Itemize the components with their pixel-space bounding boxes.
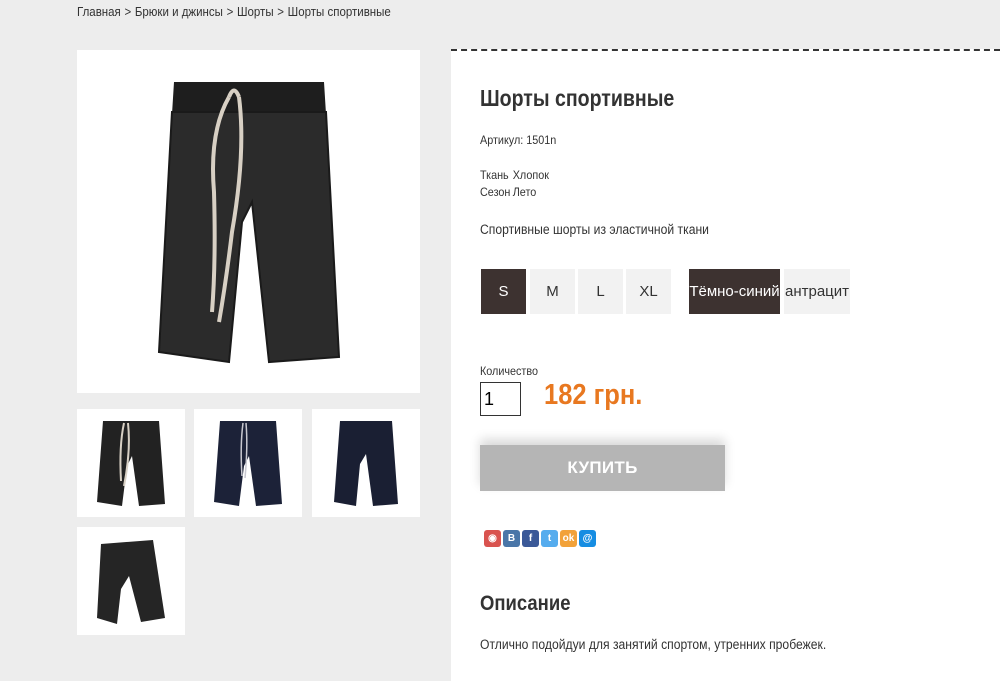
mail-icon[interactable]: @ xyxy=(579,530,596,547)
navy-shorts-front-thumb xyxy=(214,420,282,506)
breadcrumb-separator: > xyxy=(124,5,132,19)
product-properties: Ткань Хлопок Сезон Лето xyxy=(480,168,549,202)
property-value: Лето xyxy=(512,185,537,199)
gallery-thumbnail[interactable] xyxy=(312,409,420,517)
color-option-anthracite[interactable]: антрацит xyxy=(784,269,850,314)
property-key: Сезон xyxy=(480,185,511,199)
gallery-thumbnail[interactable] xyxy=(77,527,185,635)
black-shorts-side-thumb xyxy=(97,539,165,624)
product-price: 182 грн. xyxy=(544,379,643,411)
odnoklassniki-icon[interactable]: ok xyxy=(560,530,577,547)
gallery-thumbnail[interactable] xyxy=(194,409,302,517)
navy-shorts-back-thumb xyxy=(334,420,398,506)
share-icon-1[interactable]: ◉ xyxy=(484,530,501,547)
property-row: Сезон Лето xyxy=(480,185,549,202)
short-description: Спортивные шорты из эластичной ткани xyxy=(480,222,709,237)
property-key: Ткань xyxy=(480,168,509,182)
breadcrumb-separator: > xyxy=(277,5,284,19)
size-option-xl[interactable]: XL xyxy=(626,269,671,314)
product-title: Шорты спортивные xyxy=(480,85,675,111)
vk-icon[interactable]: В xyxy=(503,530,520,547)
breadcrumb-home[interactable]: Главная xyxy=(77,5,121,19)
property-value: Хлопок xyxy=(512,168,549,182)
buy-button[interactable]: КУПИТЬ xyxy=(480,445,725,491)
property-row: Ткань Хлопок xyxy=(480,168,549,185)
color-option-dark-blue[interactable]: Тёмно-синий xyxy=(689,269,780,314)
description-text: Отлично подойдуи для занятий спортом, ут… xyxy=(480,637,827,652)
twitter-icon[interactable]: t xyxy=(541,530,558,547)
description-heading: Описание xyxy=(480,592,571,615)
main-product-image[interactable] xyxy=(77,50,420,393)
breadcrumb-separator: > xyxy=(226,5,234,19)
quantity-input[interactable] xyxy=(480,382,521,416)
breadcrumb-shorts[interactable]: Шорты xyxy=(237,5,274,19)
quantity-label: Количество xyxy=(480,364,539,378)
breadcrumb-pants[interactable]: Брюки и джинсы xyxy=(135,5,223,19)
social-share: ◉ В f t ok @ xyxy=(484,530,596,547)
product-sku: Артикул: 1501n xyxy=(480,133,556,147)
breadcrumb-current: Шорты спортивные xyxy=(287,5,391,19)
black-shorts-front-photo xyxy=(157,81,340,363)
size-option-l[interactable]: L xyxy=(578,269,623,314)
size-option-m[interactable]: M xyxy=(530,269,575,314)
breadcrumb: Главная > Брюки и джинсы > Шорты > Шорты спорт… xyxy=(77,5,391,19)
size-option-s[interactable]: S xyxy=(481,269,526,314)
gallery-thumbnail[interactable] xyxy=(77,409,185,517)
sku-label: Артикул: xyxy=(480,133,524,147)
product-info-panel: Шорты спортивные Артикул: 1501n Ткань Хл… xyxy=(451,49,1000,681)
facebook-icon[interactable]: f xyxy=(522,530,539,547)
black-shorts-front-thumb xyxy=(97,420,165,506)
sku-value: 1501n xyxy=(526,133,557,147)
